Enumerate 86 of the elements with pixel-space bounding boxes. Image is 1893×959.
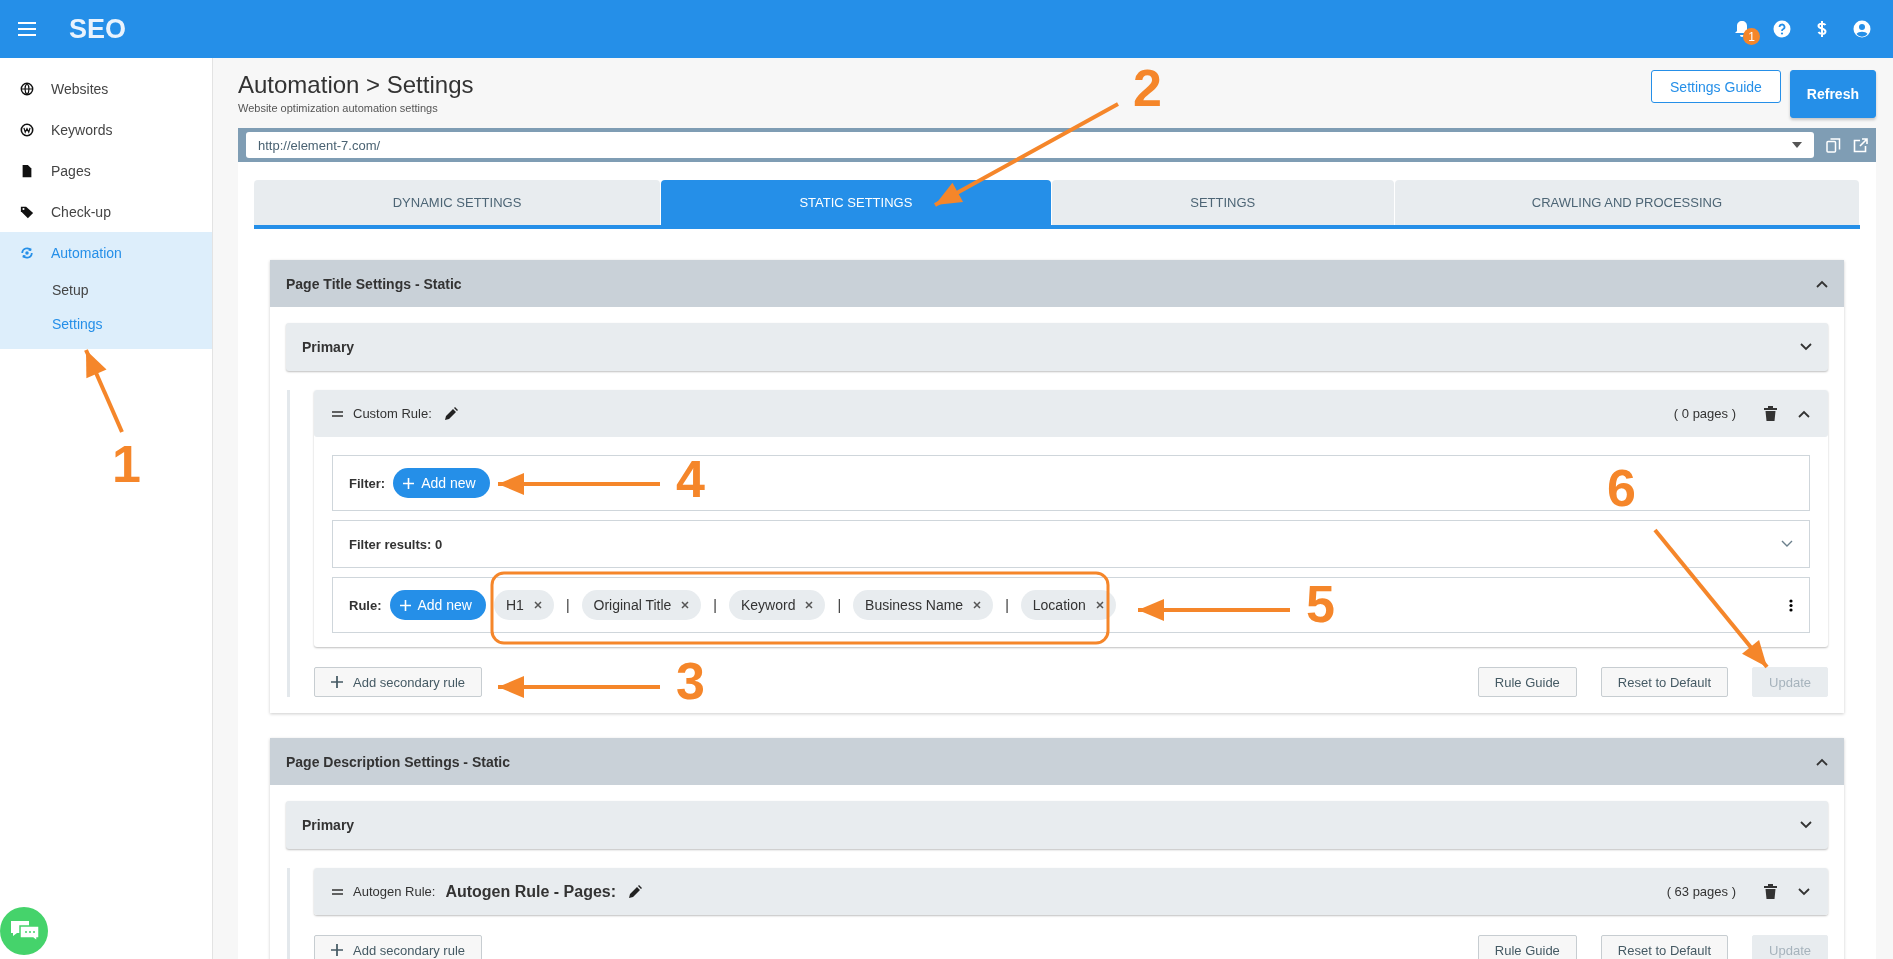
add-secondary-rule-button[interactable]: Add secondary rule (314, 667, 482, 697)
page-subtitle: Website optimization automation settings (238, 102, 439, 114)
external-link-icon[interactable] (1853, 137, 1868, 153)
token-chip[interactable]: H1 (494, 590, 554, 620)
rule-name: Autogen Rule - Pages: (445, 882, 617, 901)
sidebar-item[interactable]: Keywords (0, 109, 212, 150)
annotation-number: 3 (676, 655, 705, 707)
token-chip[interactable]: Business Name (853, 590, 994, 620)
remove-icon[interactable] (1095, 601, 1104, 609)
remove-icon[interactable] (973, 601, 982, 609)
token-chip[interactable]: Keyword (729, 590, 826, 620)
header-button[interactable]: Settings Guide (1651, 70, 1781, 103)
primary-label: Primary (302, 339, 355, 355)
filter-results-label: Filter results: 0 (349, 536, 443, 552)
sidebar-item[interactable]: Check-up (0, 191, 212, 232)
rule-label: Rule: (349, 597, 382, 613)
expand-icon[interactable] (1800, 821, 1812, 829)
remove-icon[interactable] (805, 601, 814, 609)
collapse-icon[interactable] (1816, 279, 1828, 288)
collapse-icon[interactable] (1798, 409, 1810, 418)
tab[interactable]: DYNAMIC SETTINGS (254, 180, 661, 225)
section-header[interactable]: Page Title Settings - Static (270, 260, 1844, 307)
tab[interactable]: CRAWLING AND PROCESSING (1394, 180, 1859, 225)
sidebar-item[interactable]: Websites (0, 68, 212, 109)
collapse-icon[interactable] (1816, 757, 1828, 766)
action-button[interactable]: Reset to Default (1600, 667, 1729, 697)
page-count: ( 63 pages ) (1666, 884, 1736, 899)
menu-icon[interactable] (18, 22, 36, 36)
token-chip[interactable]: Original Title (581, 590, 702, 620)
token-separator: | (712, 597, 718, 613)
page-count: ( 0 pages ) (1673, 406, 1736, 421)
plus-icon (331, 676, 343, 688)
filter-results-row[interactable]: Filter results: 0 (332, 520, 1810, 568)
primary-label: Primary (302, 817, 355, 833)
rule-type-label: Autogen Rule: (353, 884, 436, 899)
token-separator: | (1004, 597, 1010, 613)
token-chip[interactable]: Location (1020, 590, 1116, 620)
expand-icon[interactable] (1800, 343, 1812, 351)
website-select[interactable]: http://element-7.com/ (246, 132, 1814, 158)
trash-icon[interactable] (1764, 406, 1777, 421)
help-icon[interactable] (1773, 20, 1791, 38)
section-title: Page Title Settings - Static (286, 275, 462, 292)
plus-icon (399, 599, 411, 611)
account-icon[interactable] (1853, 20, 1871, 38)
action-button[interactable]: Reset to Default (1600, 935, 1729, 959)
pencil-icon[interactable] (628, 884, 643, 899)
action-button[interactable]: Rule Guide (1477, 667, 1577, 697)
notification-badge: 1 (1743, 28, 1760, 45)
remove-icon[interactable] (681, 601, 690, 609)
sync-icon (20, 245, 34, 260)
primary-panel[interactable]: Primary (286, 801, 1828, 849)
copy-icon[interactable] (1826, 137, 1841, 153)
section-header[interactable]: Page Description Settings - Static (270, 738, 1844, 785)
action-button[interactable]: Rule Guide (1477, 935, 1577, 959)
rule-header[interactable]: Autogen Rule: Autogen Rule - Pages: ( 63 pages ) (314, 868, 1828, 915)
page-title: Automation > Settings (238, 70, 474, 100)
section-title: Page Description Settings - Static (286, 753, 511, 770)
annotation-number: 1 (112, 438, 141, 490)
trash-icon[interactable] (1764, 884, 1777, 899)
pencil-icon[interactable] (443, 406, 458, 421)
circled-letter-icon (20, 122, 34, 137)
rule-type-label: Custom Rule: (353, 406, 432, 421)
more-icon[interactable] (1789, 598, 1793, 612)
token-separator: | (564, 597, 571, 613)
plus-icon (331, 944, 343, 956)
tag-icon (20, 204, 34, 219)
drag-handle-icon[interactable] (332, 410, 343, 417)
token-separator: | (836, 597, 843, 613)
expand-icon[interactable] (1798, 887, 1810, 896)
plus-icon (403, 477, 415, 489)
remove-icon[interactable] (533, 601, 542, 609)
add-secondary-rule-button[interactable]: Add secondary rule (314, 935, 482, 959)
annotation-number: 6 (1607, 462, 1636, 514)
globe-icon (20, 81, 34, 96)
primary-panel[interactable]: Primary (286, 323, 1828, 371)
annotation-number: 5 (1306, 578, 1335, 630)
filter-label: Filter: (349, 475, 386, 491)
rule-header[interactable]: Custom Rule: ( 0 pages ) (314, 390, 1828, 437)
document-icon (20, 163, 34, 178)
drag-handle-icon[interactable] (332, 888, 343, 895)
annotation-number: 4 (676, 453, 705, 505)
sidebar-subitem[interactable]: Setup (0, 273, 212, 307)
sidebar-item[interactable]: Pages (0, 150, 212, 191)
tab[interactable]: SETTINGS (1051, 180, 1394, 225)
annotation-number: 2 (1133, 62, 1162, 114)
caret-icon[interactable] (1792, 142, 1802, 148)
